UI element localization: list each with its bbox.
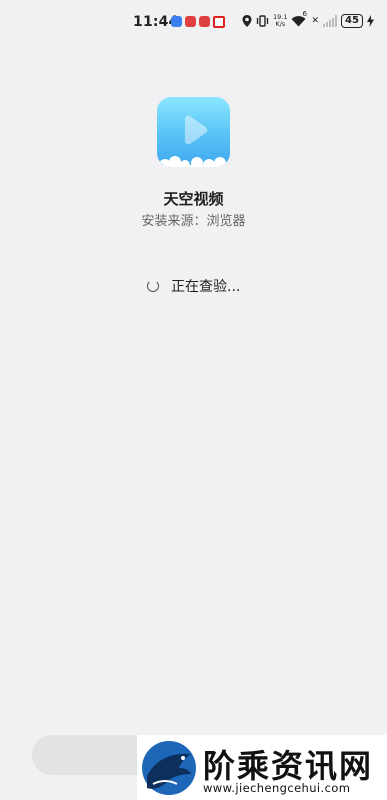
install-source: 安装来源：浏览器 (141, 214, 246, 229)
watermark-url: www.jiechengcehui.com (203, 781, 351, 795)
red-outline-app-notification-icon (213, 16, 225, 28)
vibrate-icon (256, 15, 269, 27)
loading-spinner-icon (147, 280, 159, 292)
system-icons: 19.1 K/s 6 ✕ 45 (242, 10, 374, 28)
blue-app-notification-icon (171, 16, 182, 27)
play-icon (185, 115, 208, 145)
signal-icon (323, 15, 338, 27)
network-type-label: 6 (302, 10, 307, 18)
eagle-logo-icon (142, 741, 196, 795)
red-app-notification-icon (185, 16, 196, 27)
clouds-icon (157, 156, 230, 167)
battery-indicator: 45 (341, 14, 363, 28)
location-icon (242, 15, 252, 27)
checking-text: 正在查验... (171, 279, 241, 295)
red-app-notification-icon (199, 16, 210, 27)
notification-icons (171, 16, 225, 28)
network-speed: 19.1 K/s (273, 14, 287, 28)
charging-icon (366, 15, 374, 27)
no-signal-icon: ✕ (311, 16, 320, 26)
battery-level: 45 (341, 14, 363, 28)
status-bar: 11:44 19.1 K/s 6 ✕ 45 (0, 0, 387, 44)
watermark: 阶乘资讯网 www.jiechengcehui.com (137, 735, 387, 800)
checking-status: 正在查验... (147, 276, 240, 296)
app-name: 天空视频 (163, 190, 224, 208)
app-icon (157, 97, 230, 167)
wifi-icon: 6 (291, 10, 307, 27)
network-speed-unit: K/s (275, 20, 286, 28)
